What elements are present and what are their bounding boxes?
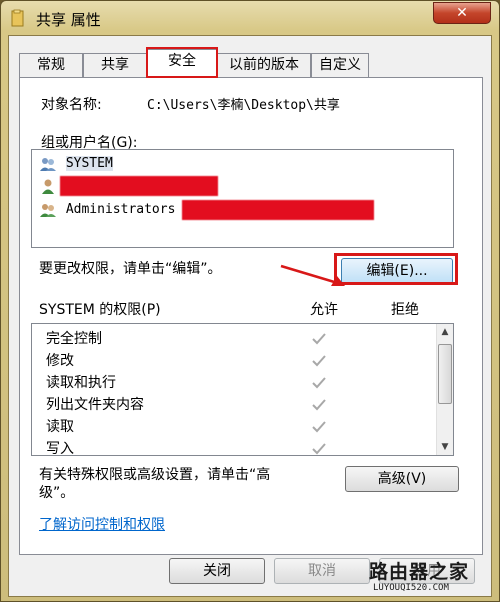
allow-check-icon [312,421,326,433]
learn-access-control-link[interactable]: 了解访问控制和权限 [39,514,165,534]
deny-column-label: 拒绝 [391,302,419,318]
permission-row: 列出文件夹内容 [46,397,144,413]
redaction-mark [60,176,218,196]
object-name-label: 对象名称: [41,97,102,113]
user-name: SYSTEM [65,156,113,171]
watermark-url: LUYOUQI520.COM [373,583,449,593]
redaction-mark [182,200,374,220]
permissions-list[interactable]: 完全控制 修改 读取和执行 列出文件夹内容 读取 写入 ▲ ▼ [31,323,454,456]
list-item[interactable]: Administrators [38,200,175,220]
title-bar[interactable]: 共享 属性 ✕ [1,1,499,35]
permission-row: 读取和执行 [46,375,116,391]
allow-check-icon [312,443,326,455]
user-list[interactable]: SYSTEM Administrators [31,149,454,248]
advanced-hint-line2: 级”。 [39,485,75,501]
tab-security[interactable]: 安全 [147,49,217,78]
tab-previous-versions[interactable]: 以前的版本 [217,53,311,77]
dialog-client: 常规 共享 安全 以前的版本 自定义 对象名称: C:\Users\李楠\Des… [8,35,492,597]
allow-check-icon [312,333,326,345]
cancel-button[interactable]: 取消 [274,558,370,584]
tab-sharing[interactable]: 共享 [83,53,147,77]
permissions-header: SYSTEM 的权限(P) [39,302,161,318]
user-name: Administrators [65,202,176,217]
watermark-text: 路由器之家 [369,561,470,583]
watermark-logo: 路由器之家 LUYOUQI520.COM [369,557,497,599]
allow-check-icon [312,355,326,367]
allow-check-icon [312,377,326,389]
object-name-value: C:\Users\李楠\Desktop\共享 [147,98,340,113]
close-button[interactable]: 关闭 [169,558,265,584]
advanced-button[interactable]: 高级(V) [345,466,459,492]
user-icon [42,179,54,194]
permission-row: 读取 [46,419,74,435]
permissions-scrollbar[interactable]: ▲ ▼ [436,324,453,455]
close-window-button[interactable]: ✕ [433,2,491,24]
folder-icon [11,9,24,27]
allow-check-icon [312,399,326,411]
window-title: 共享 属性 [36,11,101,29]
permission-row: 完全控制 [46,331,102,347]
permission-row: 修改 [46,353,74,369]
advanced-hint-line1: 有关特殊权限或高级设置，请单击“高 [39,467,271,483]
permission-row: 写入 [46,441,74,456]
list-item[interactable] [38,176,58,196]
scroll-down-icon[interactable]: ▼ [440,442,450,452]
user-group-icon [40,157,56,171]
tab-customize[interactable]: 自定义 [311,53,369,77]
list-item[interactable]: SYSTEM [38,154,113,174]
properties-window: 共享 属性 ✕ 常规 共享 安全 以前的版本 自定义 对象名称: C:\User… [0,0,500,602]
scroll-up-icon[interactable]: ▲ [440,327,450,337]
allow-column-label: 允许 [310,302,338,318]
scroll-thumb[interactable] [438,344,452,404]
edit-button[interactable]: 编辑(E)... [341,258,453,284]
tab-general[interactable]: 常规 [19,53,83,77]
user-group-icon [40,203,56,217]
change-permissions-hint: 要更改权限，请单击“编辑”。 [39,261,222,277]
